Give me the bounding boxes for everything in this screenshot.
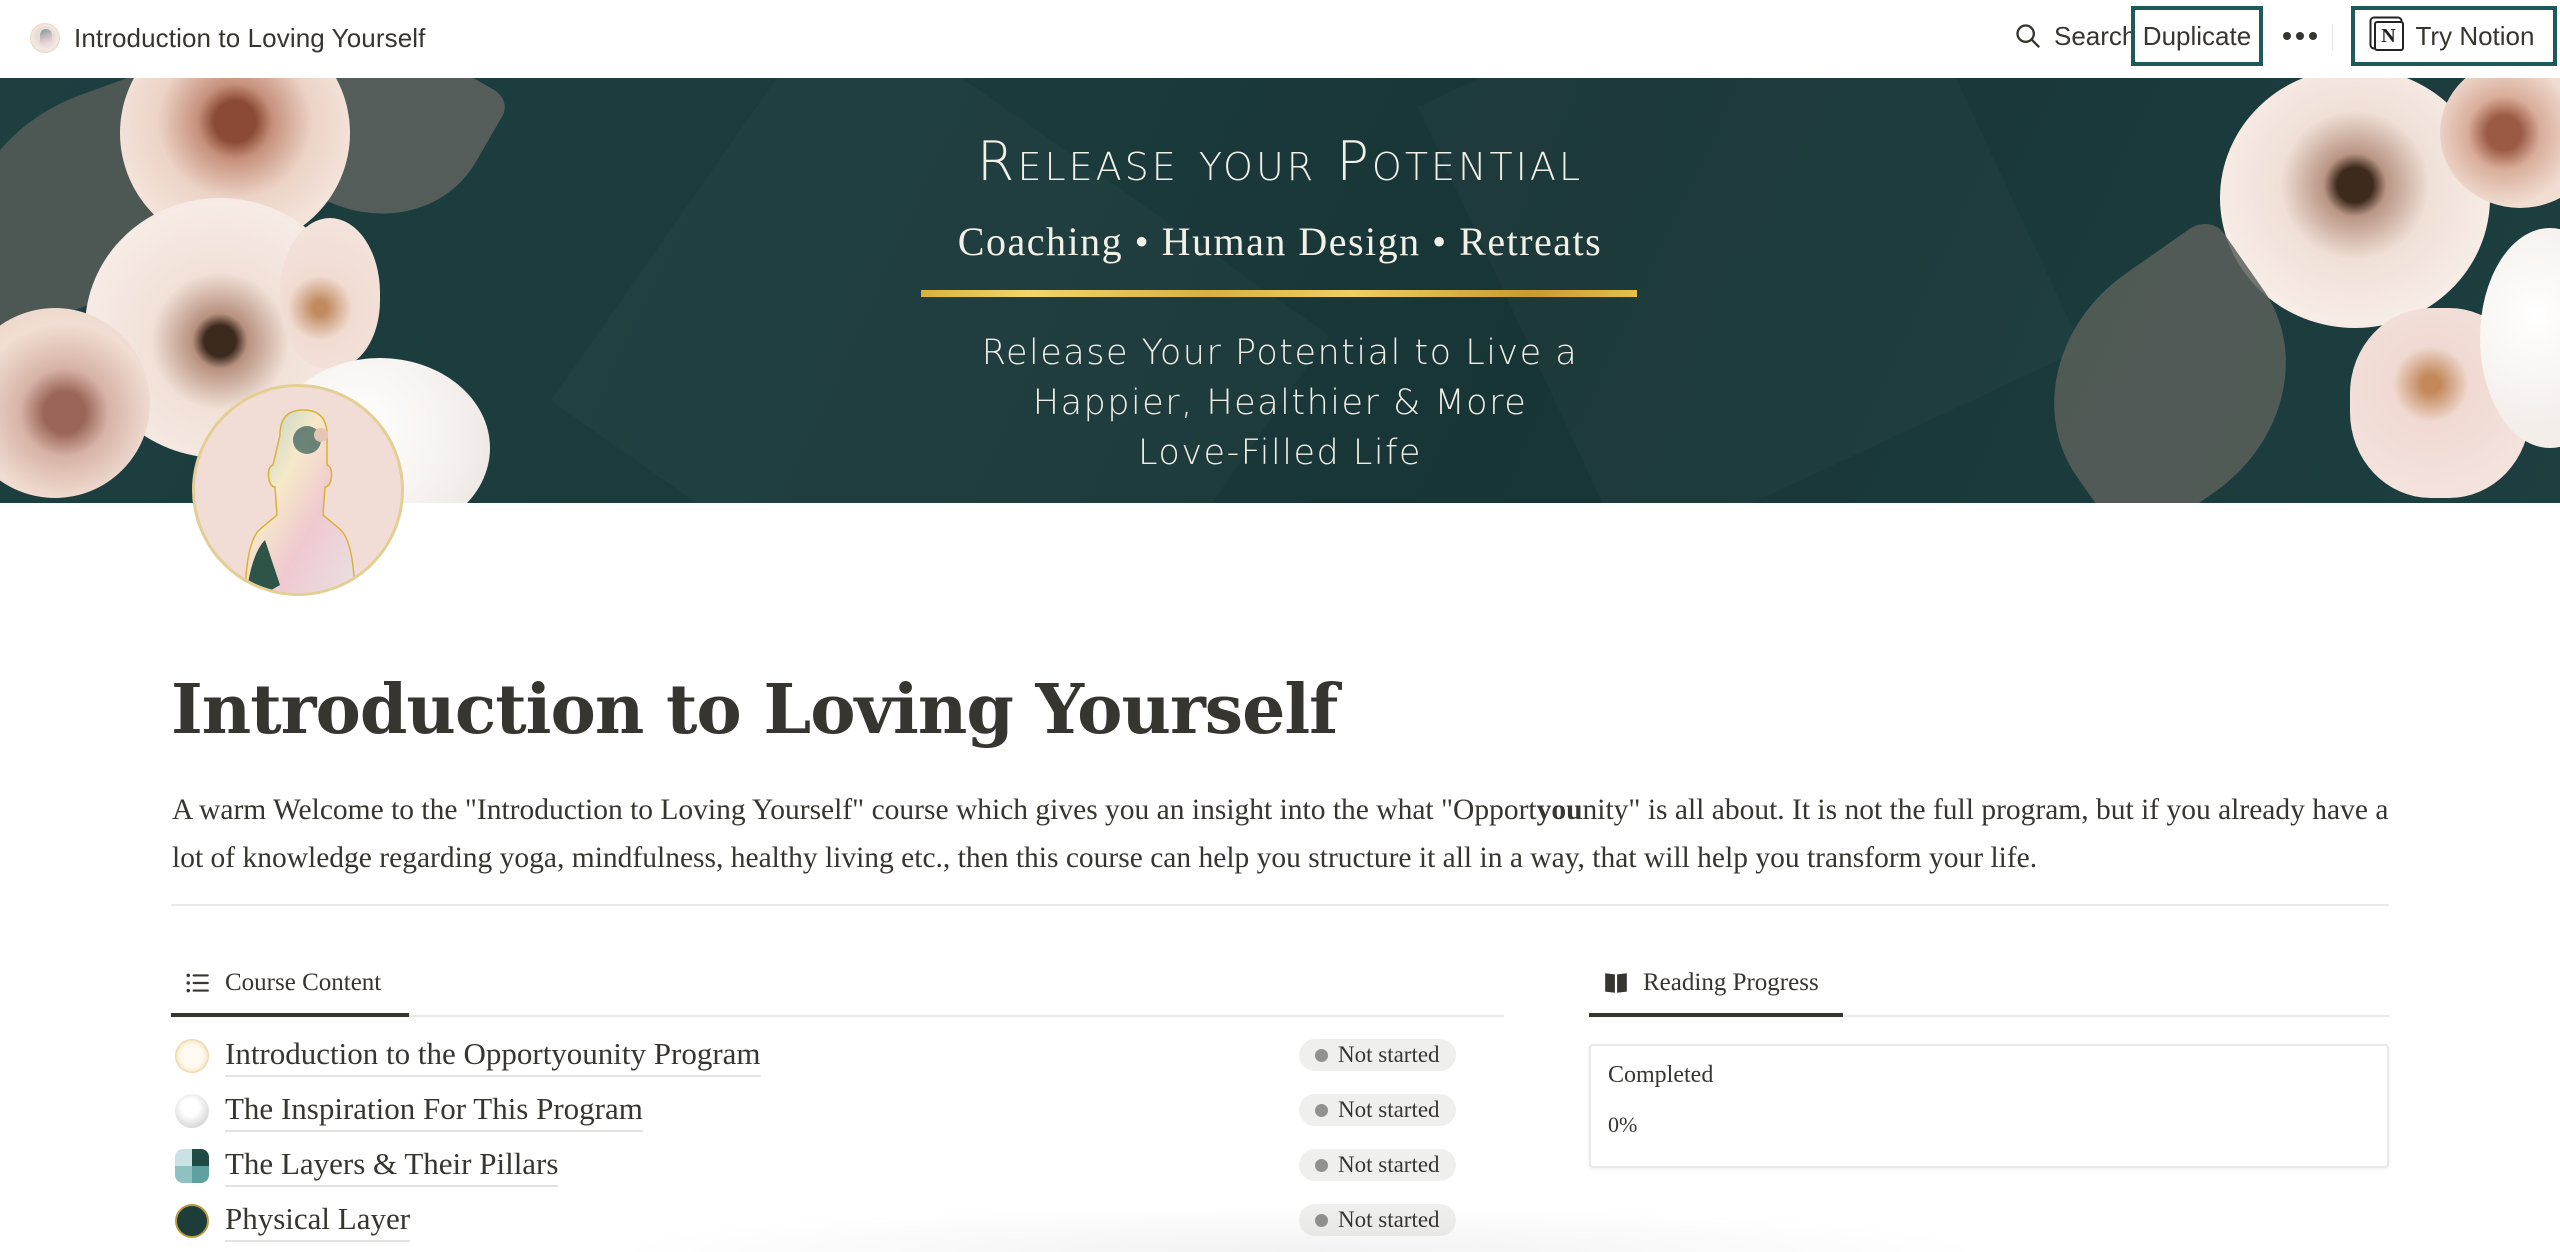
status-label: Not started bbox=[1338, 1042, 1440, 1067]
status-dot-icon bbox=[1315, 1158, 1328, 1172]
more-options-button[interactable] bbox=[2275, 16, 2325, 56]
status-dot-icon bbox=[1315, 1103, 1328, 1117]
cover-body-text: Release Your Potential to Live a Happier… bbox=[900, 328, 1660, 478]
page-icon[interactable] bbox=[192, 384, 404, 596]
cover-body-line: Love-Filled Life bbox=[1138, 433, 1422, 473]
page-avatar-icon bbox=[30, 23, 60, 53]
intro-text-part1: A warm Welcome to the "Introduction to L… bbox=[172, 794, 1537, 826]
status-badge[interactable]: Not started bbox=[1299, 1039, 1456, 1071]
top-bar: Introduction to Loving Yourself Search D… bbox=[0, 0, 2560, 78]
list-item[interactable]: The Inspiration For This Program Not sta… bbox=[171, 1083, 1471, 1138]
progress-label: Completed bbox=[1608, 1062, 1714, 1088]
notion-logo-icon: N bbox=[2373, 21, 2404, 51]
reading-progress-view-tabs: Reading Progress bbox=[1589, 955, 2389, 1017]
cover-body-line: Release Your Potential to Live a bbox=[981, 333, 1579, 373]
list-item[interactable]: The Layers & Their Pillars Not started bbox=[171, 1138, 1471, 1193]
tab-label: Reading Progress bbox=[1643, 969, 1819, 996]
person-silhouette-icon bbox=[245, 409, 355, 593]
try-notion-label: Try Notion bbox=[2415, 20, 2535, 51]
ellipsis-dot bbox=[2296, 32, 2304, 40]
book-icon bbox=[1605, 973, 1627, 993]
lotus-badge-icon bbox=[175, 1038, 209, 1073]
course-title-link[interactable]: The Layers & Their Pillars bbox=[225, 1145, 559, 1187]
duplicate-button[interactable]: Duplicate bbox=[2131, 6, 2263, 66]
status-label: Not started bbox=[1338, 1097, 1440, 1122]
status-badge[interactable]: Not started bbox=[1299, 1094, 1456, 1126]
cover-text-block: Release your Potential Coaching • Human … bbox=[900, 78, 1660, 503]
cover-heading: Release your Potential bbox=[976, 130, 1584, 193]
status-badge[interactable]: Not started bbox=[1299, 1149, 1456, 1181]
try-notion-button[interactable]: N Try Notion bbox=[2351, 6, 2557, 66]
intro-bold-text: you bbox=[1536, 794, 1583, 826]
muscle-arm-icon bbox=[175, 1203, 209, 1238]
status-badge[interactable]: Not started bbox=[1299, 1204, 1456, 1236]
cloud-icon bbox=[175, 1093, 209, 1128]
search-label: Search bbox=[2054, 20, 2137, 51]
list-item[interactable]: Introduction to the Opportyounity Progra… bbox=[171, 1028, 1471, 1083]
gold-divider bbox=[921, 290, 1637, 297]
cover-subheading: Coaching • Human Design • Retreats bbox=[957, 219, 1603, 264]
page-title: Introduction to Loving Yourself bbox=[171, 670, 1338, 750]
search-button[interactable]: Search bbox=[2004, 14, 2146, 58]
status-label: Not started bbox=[1338, 1207, 1440, 1232]
tab-course-content[interactable]: Course Content bbox=[171, 955, 409, 1017]
intro-paragraph: A warm Welcome to the "Introduction to L… bbox=[172, 786, 2392, 882]
breadcrumb-page-title[interactable]: Introduction to Loving Yourself bbox=[74, 23, 425, 54]
list-item[interactable]: Physical Layer Not started bbox=[171, 1193, 1471, 1248]
breadcrumb[interactable]: Introduction to Loving Yourself bbox=[30, 20, 425, 56]
ellipsis-icon bbox=[2283, 32, 2291, 40]
progress-value: 0% bbox=[1608, 1112, 1638, 1137]
course-title-link[interactable]: Introduction to the Opportyounity Progra… bbox=[225, 1035, 761, 1077]
ellipsis-dot bbox=[2309, 32, 2317, 40]
layers-icon bbox=[175, 1148, 209, 1183]
status-dot-icon bbox=[1315, 1213, 1328, 1227]
course-title-link[interactable]: The Inspiration For This Program bbox=[225, 1090, 643, 1132]
orchid-decoration bbox=[280, 218, 380, 368]
list-icon bbox=[186, 973, 209, 993]
progress-card[interactable]: Completed 0% bbox=[1589, 1044, 2389, 1168]
course-content-view-tabs: Course Content bbox=[171, 955, 1504, 1017]
status-label: Not started bbox=[1338, 1152, 1440, 1177]
course-title-link[interactable]: Physical Layer bbox=[225, 1200, 411, 1242]
cover-body-line: Happier, Healthier & More bbox=[1032, 383, 1528, 423]
divider bbox=[171, 904, 2389, 906]
tab-reading-progress[interactable]: Reading Progress bbox=[1589, 955, 1843, 1017]
divider bbox=[2332, 24, 2333, 50]
tab-label: Course Content bbox=[225, 969, 382, 996]
status-dot-icon bbox=[1315, 1048, 1328, 1062]
search-icon bbox=[2016, 24, 2040, 48]
